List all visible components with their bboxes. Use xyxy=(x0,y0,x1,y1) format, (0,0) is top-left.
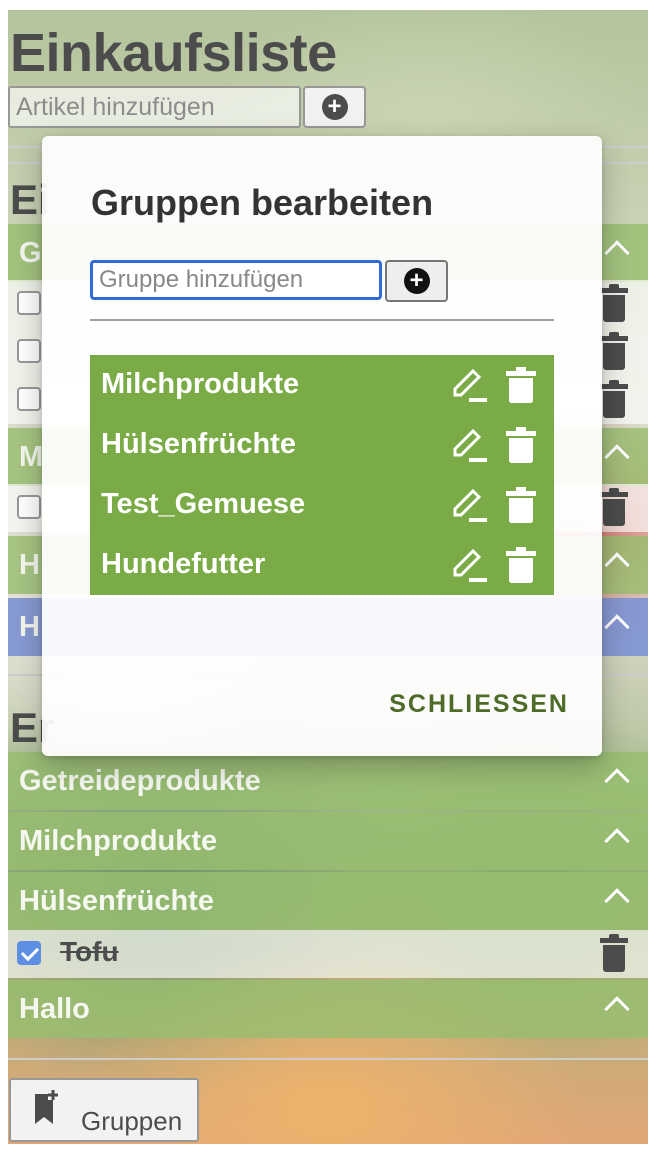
trash-icon[interactable] xyxy=(506,367,536,403)
edit-icon[interactable] xyxy=(451,367,489,403)
add-group-input[interactable] xyxy=(90,260,382,300)
group-name: Hundefutter xyxy=(101,548,266,580)
close-button[interactable]: SCHLIESSEN xyxy=(389,690,569,719)
edit-icon[interactable] xyxy=(451,487,489,523)
trash-icon[interactable] xyxy=(506,427,536,463)
edit-groups-dialog: Gruppen bearbeiten + Milchprodukte Hülse… xyxy=(42,136,602,756)
edit-icon[interactable] xyxy=(451,427,489,463)
group-list-item: Hundefutter xyxy=(90,535,554,595)
group-list-item: Hülsenfrüchte xyxy=(90,415,554,475)
divider xyxy=(90,319,554,321)
dialog-title: Gruppen bearbeiten xyxy=(91,182,434,223)
group-list-item: Test_Gemuese xyxy=(90,475,554,535)
trash-icon[interactable] xyxy=(506,547,536,583)
add-group-button[interactable]: + xyxy=(385,260,448,302)
group-name: Milchprodukte xyxy=(101,368,300,400)
group-name: Test_Gemuese xyxy=(101,488,306,520)
plus-circle-icon: + xyxy=(403,268,430,294)
edit-icon[interactable] xyxy=(451,547,489,583)
trash-icon[interactable] xyxy=(506,487,536,523)
group-list-item: Milchprodukte xyxy=(90,355,554,415)
add-group-row: + xyxy=(90,260,448,302)
group-name: Hülsenfrüchte xyxy=(101,428,296,460)
group-list: Milchprodukte Hülsenfrüchte Test_Gemuese… xyxy=(90,355,554,595)
